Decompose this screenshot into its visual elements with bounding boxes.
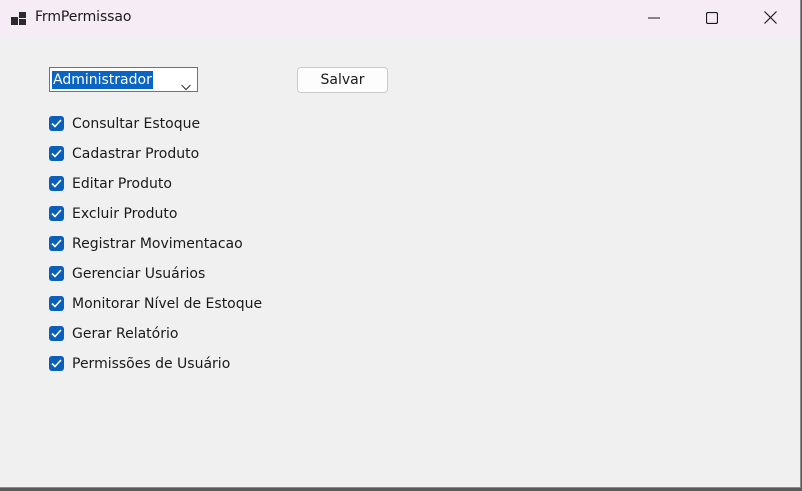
permission-item[interactable]: Gerenciar Usuários [49,264,262,294]
permission-label[interactable]: Registrar Movimentacao [72,234,243,254]
permission-label[interactable]: Excluir Produto [72,204,177,224]
permission-label[interactable]: Consultar Estoque [72,114,200,134]
permission-checkbox[interactable] [49,296,64,311]
permission-item[interactable]: Editar Produto [49,174,262,204]
permission-window: FrmPermissao Administrador Salvar Consul… [0,0,801,488]
checkmark-icon [51,179,62,188]
close-button[interactable] [741,0,799,37]
permission-label[interactable]: Gerenciar Usuários [72,264,205,284]
title-bar[interactable]: FrmPermissao [0,0,800,37]
permission-checkbox[interactable] [49,356,64,371]
permission-item[interactable]: Registrar Movimentacao [49,234,262,264]
permission-item[interactable]: Excluir Produto [49,204,262,234]
maximize-button[interactable] [683,0,741,37]
checkmark-icon [51,299,62,308]
window-title: FrmPermissao [35,9,132,25]
permission-label[interactable]: Permissões de Usuário [72,354,230,374]
permission-checkbox[interactable] [49,236,64,251]
checkmark-icon [51,359,62,368]
permission-item[interactable]: Gerar Relatório [49,324,262,354]
permission-checkbox[interactable] [49,116,64,131]
checkmark-icon [51,119,62,128]
checkmark-icon [51,149,62,158]
chevron-down-icon[interactable] [181,76,191,91]
save-button[interactable]: Salvar [297,67,388,93]
permission-label[interactable]: Editar Produto [72,174,172,194]
minimize-icon [648,9,660,28]
checkmark-icon [51,209,62,218]
permission-checkbox[interactable] [49,206,64,221]
permission-label[interactable]: Cadastrar Produto [72,144,199,164]
checkmark-icon [51,329,62,338]
permission-item[interactable]: Cadastrar Produto [49,144,262,174]
app-icon [11,11,27,25]
minimize-button[interactable] [625,0,683,37]
permission-checkbox[interactable] [49,146,64,161]
permission-item[interactable]: Consultar Estoque [49,114,262,144]
checkmark-icon [51,269,62,278]
permission-checkbox[interactable] [49,266,64,281]
role-select[interactable]: Administrador [49,67,198,92]
maximize-icon [705,9,719,28]
permission-item[interactable]: Monitorar Nível de Estoque [49,294,262,324]
role-select-value: Administrador [52,71,153,89]
close-icon [763,9,777,28]
checkmark-icon [51,239,62,248]
permission-checkbox[interactable] [49,176,64,191]
permission-label[interactable]: Gerar Relatório [72,324,178,344]
permission-list: Consultar Estoque Cadastrar Produto Edit… [49,114,262,384]
permission-item[interactable]: Permissões de Usuário [49,354,262,384]
permission-checkbox[interactable] [49,326,64,341]
permission-label[interactable]: Monitorar Nível de Estoque [72,294,262,314]
